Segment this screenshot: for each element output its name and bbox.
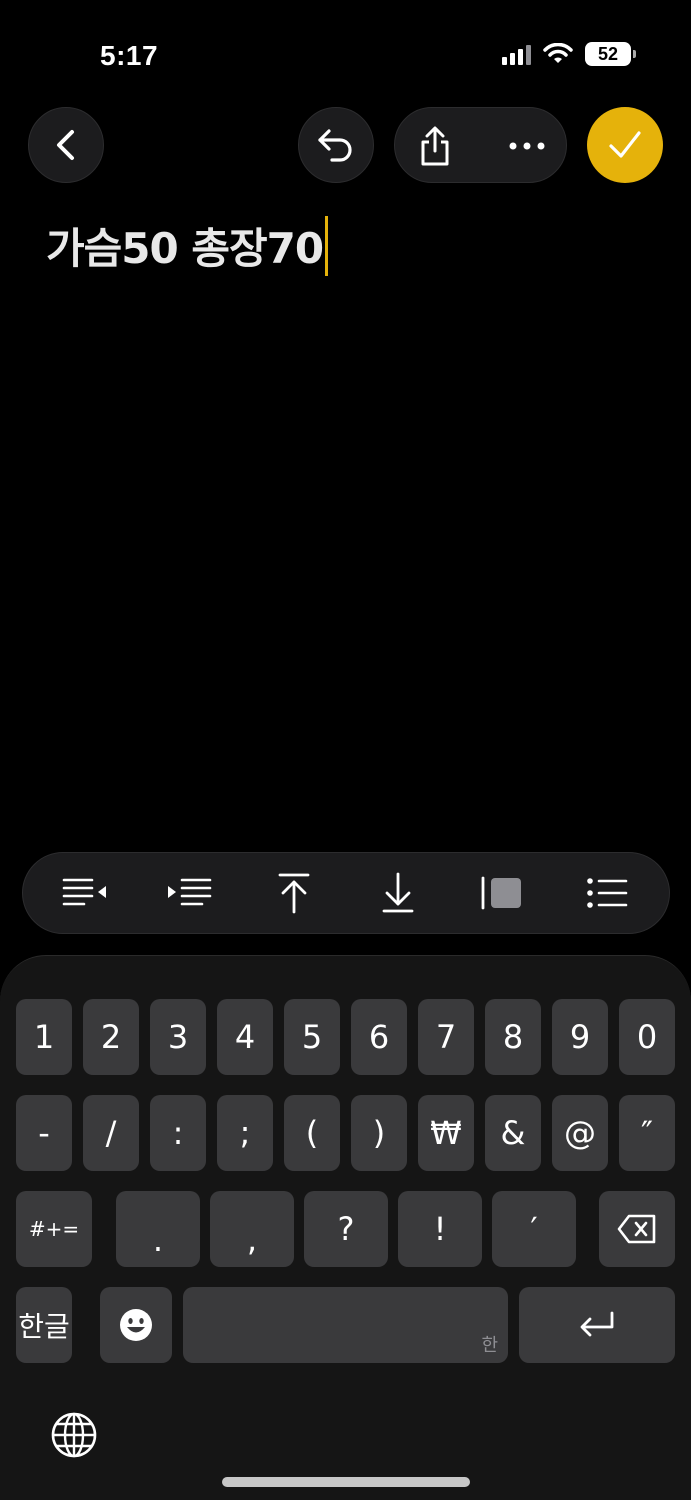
indent-button[interactable]: [154, 863, 224, 923]
move-up-icon: [278, 873, 310, 914]
key-question[interactable]: ?: [304, 1191, 388, 1267]
emoji-key[interactable]: [100, 1287, 172, 1363]
outdent-icon: [62, 878, 107, 906]
move-down-icon: [382, 872, 414, 913]
move-down-button[interactable]: [363, 863, 433, 923]
return-icon: [580, 1311, 614, 1337]
key-symbols[interactable]: #+=: [16, 1191, 92, 1267]
undo-icon: [318, 129, 352, 162]
done-button[interactable]: [587, 107, 663, 183]
indent-icon: [168, 878, 212, 906]
key-at[interactable]: @: [552, 1095, 608, 1171]
battery-icon: 52: [585, 42, 636, 66]
key-1[interactable]: 1: [16, 999, 72, 1075]
key-comma[interactable]: ,: [210, 1191, 294, 1267]
status-indicators: 52: [502, 42, 636, 66]
move-up-button[interactable]: [259, 863, 329, 923]
key-7[interactable]: 7: [418, 999, 474, 1075]
globe-icon: [51, 1412, 97, 1458]
key-hangul[interactable]: 한글: [16, 1287, 72, 1363]
key-3[interactable]: 3: [150, 999, 206, 1075]
key-6[interactable]: 6: [351, 999, 407, 1075]
key-close-paren[interactable]: ): [351, 1095, 407, 1171]
block-quote-button[interactable]: [467, 863, 537, 923]
format-toolbar: [22, 852, 670, 934]
space-key-language-hint: 한: [481, 1335, 498, 1356]
key-9[interactable]: 9: [552, 999, 608, 1075]
battery-level: 52: [597, 43, 619, 64]
key-5[interactable]: 5: [284, 999, 340, 1075]
emoji-icon: [120, 1309, 152, 1341]
key-apostrophe[interactable]: ′: [492, 1191, 576, 1267]
space-key[interactable]: 한: [183, 1287, 508, 1363]
key-ampersand[interactable]: &: [485, 1095, 541, 1171]
key-won[interactable]: ₩: [418, 1095, 474, 1171]
checkmark-icon: [609, 131, 641, 158]
text-cursor: [325, 215, 329, 276]
key-semicolon[interactable]: ;: [217, 1095, 273, 1171]
key-colon[interactable]: :: [150, 1095, 206, 1171]
ellipsis-icon: [509, 142, 545, 150]
more-button[interactable]: [489, 108, 565, 184]
key-slash[interactable]: /: [83, 1095, 139, 1171]
delete-icon: [617, 1214, 656, 1244]
undo-button[interactable]: [298, 107, 374, 183]
keyboard: 1 2 3 4 5 6 7 8 9 0 - / : ; ( ) ₩ & @ ″ …: [0, 955, 691, 1500]
chevron-left-icon: [57, 130, 74, 160]
return-key[interactable]: [519, 1287, 675, 1363]
share-icon: [421, 126, 449, 166]
key-4[interactable]: 4: [217, 999, 273, 1075]
list-icon: [586, 878, 628, 908]
status-time: 5:17: [100, 40, 159, 71]
key-2[interactable]: 2: [83, 999, 139, 1075]
action-pill: [394, 107, 567, 183]
back-button[interactable]: [28, 107, 104, 183]
key-hyphen[interactable]: -: [16, 1095, 72, 1171]
cellular-signal-icon: [502, 43, 531, 65]
outdent-button[interactable]: [50, 863, 120, 923]
key-exclamation[interactable]: !: [398, 1191, 482, 1267]
key-0[interactable]: 0: [619, 999, 675, 1075]
delete-key[interactable]: [599, 1191, 675, 1267]
note-body[interactable]: 가슴50 총장70: [46, 215, 329, 276]
wifi-icon: [543, 43, 573, 63]
key-period[interactable]: .: [116, 1191, 200, 1267]
home-indicator[interactable]: [222, 1477, 470, 1487]
key-8[interactable]: 8: [485, 999, 541, 1075]
globe-button[interactable]: [48, 1409, 100, 1461]
key-open-paren[interactable]: (: [284, 1095, 340, 1171]
list-button[interactable]: [572, 863, 642, 923]
block-quote-icon: [482, 876, 522, 910]
note-text: 가슴50 총장70: [46, 224, 324, 273]
key-quote[interactable]: ″: [619, 1095, 675, 1171]
share-button[interactable]: [397, 108, 473, 184]
